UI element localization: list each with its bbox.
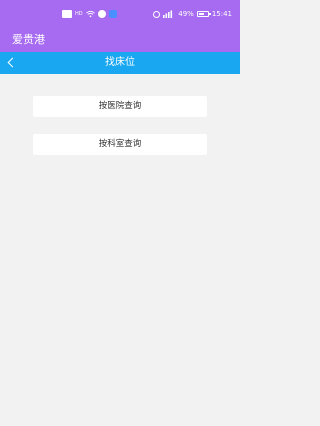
app-icon (109, 10, 117, 18)
clock: 15:41 (211, 10, 232, 18)
navigation-bar: 找床位 (0, 52, 240, 74)
signal-icon (163, 10, 173, 18)
status-right-icons: 49% 15:41 (153, 8, 232, 20)
search-by-department-button[interactable]: 按科室查询 (33, 134, 207, 155)
battery-icon (196, 11, 211, 17)
page-title: 找床位 (105, 57, 135, 68)
app-title: 爱贵港 (12, 33, 45, 46)
alarm-icon (153, 10, 161, 18)
status-bar: HD 49% 15:41 (0, 0, 240, 28)
battery-percent: 49% (178, 10, 194, 18)
circle-icon (98, 10, 106, 18)
app-header: 爱贵港 (0, 28, 240, 52)
wifi-icon (86, 10, 95, 18)
search-by-hospital-button[interactable]: 按医院查询 (33, 96, 207, 117)
message-icon (62, 10, 72, 18)
status-left-icons: HD (62, 8, 117, 20)
content-area: 按医院查询 按科室查询 (0, 74, 240, 426)
hd-icon: HD (75, 11, 83, 17)
